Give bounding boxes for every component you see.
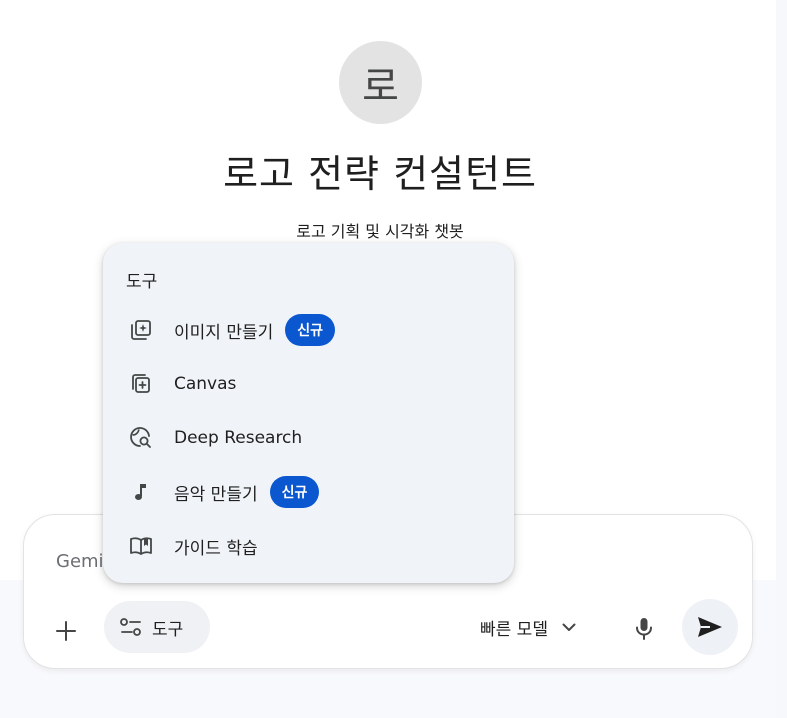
menu-item-image-create[interactable]: 이미지 만들기 신규 (103, 306, 514, 354)
menu-item-deep-research[interactable]: Deep Research (103, 414, 514, 462)
menu-item-label: Deep Research (174, 428, 303, 448)
menu-item-label: 가이드 학습 (174, 538, 258, 559)
chevron-down-icon (562, 623, 576, 631)
menu-item-canvas[interactable]: Canvas (103, 360, 514, 408)
add-attachment-button[interactable] (44, 609, 88, 653)
right-edge-panel (776, 0, 787, 718)
microphone-icon (636, 618, 652, 640)
image-create-icon (129, 318, 153, 342)
menu-item-label: 이미지 만들기 (174, 322, 274, 343)
new-badge: 신규 (285, 314, 336, 346)
tools-menu-heading: 도구 (126, 272, 158, 292)
tools-button-label: 도구 (152, 619, 184, 640)
tools-menu: 도구 이미지 만들기 신규 Canvas Deep Research 음악 만들… (103, 243, 514, 583)
plus-icon (56, 621, 76, 641)
new-badge: 신규 (269, 476, 320, 508)
music-note-icon (129, 480, 153, 504)
microphone-button[interactable] (624, 609, 664, 649)
menu-item-music-create[interactable]: 음악 만들기 신규 (103, 468, 514, 516)
canvas-icon (129, 372, 153, 396)
tools-sliders-icon (120, 618, 141, 636)
send-icon (698, 617, 722, 637)
deep-research-icon (129, 426, 153, 450)
gem-description: 로고 기획 및 시각화 챗봇 (296, 222, 464, 241)
model-selector-label: 빠른 모델 (480, 619, 548, 640)
tools-button[interactable]: 도구 (104, 601, 210, 653)
menu-item-guided-learning[interactable]: 가이드 학습 (103, 522, 514, 570)
menu-item-label: Canvas (174, 374, 237, 394)
model-selector[interactable]: 빠른 모델 (480, 611, 576, 643)
open-book-icon (129, 534, 153, 558)
gem-title: 로고 전략 컨설턴트 (223, 152, 537, 196)
menu-item-label: 음악 만들기 (174, 484, 258, 505)
gem-avatar: 로 (339, 41, 422, 124)
gem-avatar-letter: 로 (362, 63, 399, 110)
send-button[interactable] (682, 599, 738, 655)
